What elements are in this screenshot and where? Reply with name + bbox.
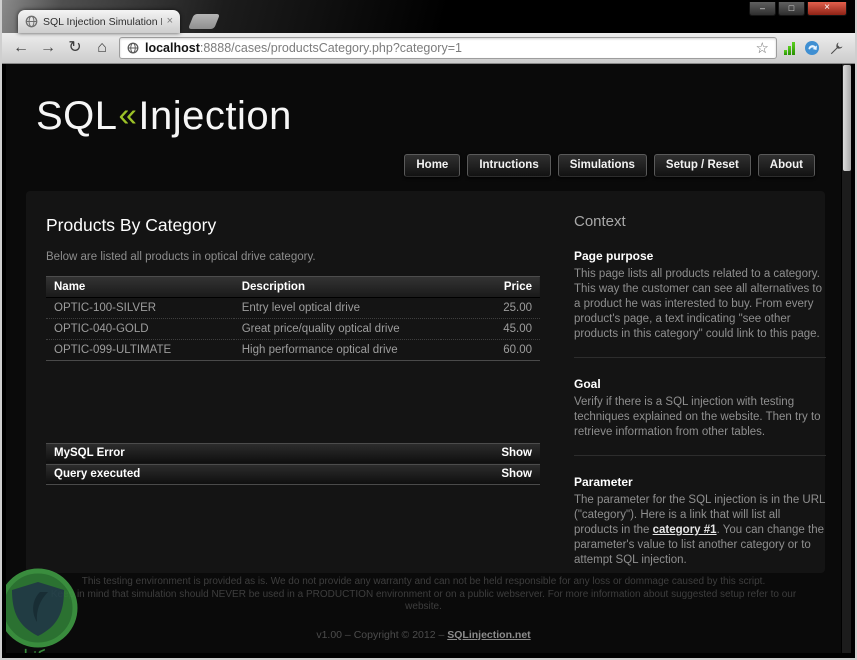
content-panel: Products By Category Below are listed al… bbox=[26, 191, 826, 573]
sqlinjection-net-link[interactable]: SQLinjection.net bbox=[447, 629, 530, 641]
extension-icon[interactable] bbox=[804, 40, 820, 56]
site-logo: SQL«Injection bbox=[36, 94, 292, 139]
query-executed-show-link[interactable]: Show bbox=[501, 468, 532, 480]
scrollbar-thumb[interactable] bbox=[843, 65, 851, 171]
mysql-error-label: MySQL Error bbox=[54, 447, 125, 459]
favicon-globe-icon bbox=[25, 15, 38, 28]
watermark-text: كفيل bbox=[18, 647, 45, 653]
mysql-error-show-link[interactable]: Show bbox=[501, 447, 532, 459]
context-sidebar: Context Page purpose This page lists all… bbox=[574, 209, 826, 583]
nav-setup-reset[interactable]: Setup / Reset bbox=[653, 154, 751, 177]
product-description: High performance optical drive bbox=[233, 339, 442, 361]
maximize-button[interactable]: □ bbox=[778, 2, 805, 16]
url-bar[interactable]: localhost:8888/cases/productsCategory.ph… bbox=[119, 37, 777, 59]
product-description: Entry level optical drive bbox=[233, 297, 442, 319]
table-row: OPTIC-099-ULTIMATE High performance opti… bbox=[46, 339, 540, 361]
bookmark-star-icon[interactable]: ☆ bbox=[756, 39, 769, 57]
home-icon[interactable]: ⌂ bbox=[92, 38, 112, 58]
nav-home[interactable]: Home bbox=[404, 154, 461, 177]
refresh-icon[interactable]: ↻ bbox=[65, 38, 85, 58]
tab-close-icon[interactable]: × bbox=[167, 16, 173, 27]
mysql-error-row: MySQL Error Show bbox=[46, 443, 540, 463]
browser-tab[interactable]: SQL Injection Simulation En × bbox=[18, 10, 180, 33]
page-subtitle: Below are listed all products in optical… bbox=[46, 251, 316, 263]
products-column: Products By Category Below are listed al… bbox=[46, 209, 540, 486]
section-goal: Goal Verify if there is a SQL injection … bbox=[574, 377, 826, 456]
url-path: :8888/cases/productsCategory.php?categor… bbox=[199, 41, 462, 55]
section-heading: Goal bbox=[574, 377, 601, 391]
site-globe-icon bbox=[127, 42, 139, 54]
page-viewport: SQL«Injection Home Intructions Simulatio… bbox=[6, 64, 851, 653]
browser-toolbar: ← → ↻ ⌂ localhost:8888/cases/productsCat… bbox=[2, 33, 855, 64]
nav-simulations[interactable]: Simulations bbox=[557, 154, 647, 177]
table-row: OPTIC-100-SILVER Entry level optical dri… bbox=[46, 297, 540, 319]
page-footer: This testing environment is provided as … bbox=[6, 576, 841, 641]
section-text: This page lists all products related to … bbox=[574, 268, 823, 340]
nav-intructions[interactable]: Intructions bbox=[467, 154, 551, 177]
watermark-logo: كفيل bbox=[6, 560, 88, 653]
stats-bars-icon[interactable] bbox=[784, 41, 795, 55]
section-text: Verify if there is a SQL injection with … bbox=[574, 396, 821, 438]
browser-window: – □ × SQL Injection Simulation En × ← → … bbox=[0, 0, 857, 660]
page-title: Products By Category bbox=[46, 215, 217, 235]
product-name: OPTIC-099-ULTIMATE bbox=[46, 339, 234, 361]
table-row: OPTIC-040-GOLD Great price/quality optic… bbox=[46, 318, 540, 340]
nav-about[interactable]: About bbox=[757, 154, 815, 177]
product-price: 60.00 bbox=[441, 339, 540, 361]
close-button[interactable]: × bbox=[807, 2, 847, 16]
context-title: Context bbox=[574, 213, 626, 230]
section-heading: Parameter bbox=[574, 475, 633, 489]
debug-section: MySQL Error Show Query executed Show bbox=[46, 443, 540, 485]
forward-icon[interactable]: → bbox=[38, 38, 58, 58]
disclaimer-line-2: Keep in mind that simulation should NEVE… bbox=[50, 588, 797, 613]
col-header-name: Name bbox=[46, 276, 234, 298]
section-heading: Page purpose bbox=[574, 249, 654, 263]
query-executed-label: Query executed bbox=[54, 468, 141, 480]
product-description: Great price/quality optical drive bbox=[233, 318, 442, 340]
product-price: 45.00 bbox=[441, 318, 540, 340]
category-1-link[interactable]: category #1 bbox=[653, 524, 717, 536]
main-navigation: Home Intructions Simulations Setup / Res… bbox=[404, 154, 815, 177]
product-name: OPTIC-100-SILVER bbox=[46, 297, 234, 319]
window-controls: – □ × bbox=[749, 2, 847, 16]
logo-injection: Injection bbox=[138, 94, 292, 138]
extension-area bbox=[784, 40, 846, 56]
table-header-row: Name Description Price bbox=[46, 276, 540, 298]
tab-title: SQL Injection Simulation En bbox=[43, 15, 162, 28]
logo-chevrons-icon: « bbox=[118, 96, 138, 133]
url-text: localhost:8888/cases/productsCategory.ph… bbox=[145, 41, 462, 55]
version-text: v1.00 – Copyright © 2012 – bbox=[316, 628, 448, 641]
col-header-description: Description bbox=[233, 276, 442, 298]
products-table: Name Description Price OPTIC-100-SILVER … bbox=[46, 276, 540, 361]
product-price: 25.00 bbox=[441, 297, 540, 319]
wrench-icon[interactable] bbox=[829, 41, 844, 56]
back-icon[interactable]: ← bbox=[11, 38, 31, 58]
minimize-button[interactable]: – bbox=[749, 2, 776, 16]
col-header-price: Price bbox=[441, 276, 540, 298]
section-text: The parameter for the SQL injection is i… bbox=[574, 493, 826, 568]
product-name: OPTIC-040-GOLD bbox=[46, 318, 234, 340]
section-parameter: Parameter The parameter for the SQL inje… bbox=[574, 475, 826, 583]
query-executed-row: Query executed Show bbox=[46, 464, 540, 485]
version-line: v1.00 – Copyright © 2012 – SQLinjection.… bbox=[6, 629, 841, 641]
page-content: SQL«Injection Home Intructions Simulatio… bbox=[6, 64, 841, 653]
section-page-purpose: Page purpose This page lists all product… bbox=[574, 249, 826, 358]
url-host: localhost bbox=[145, 41, 200, 55]
disclaimer-line-1: This testing environment is provided as … bbox=[81, 576, 766, 587]
logo-sql: SQL bbox=[36, 94, 118, 138]
page-scrollbar[interactable] bbox=[841, 64, 851, 653]
